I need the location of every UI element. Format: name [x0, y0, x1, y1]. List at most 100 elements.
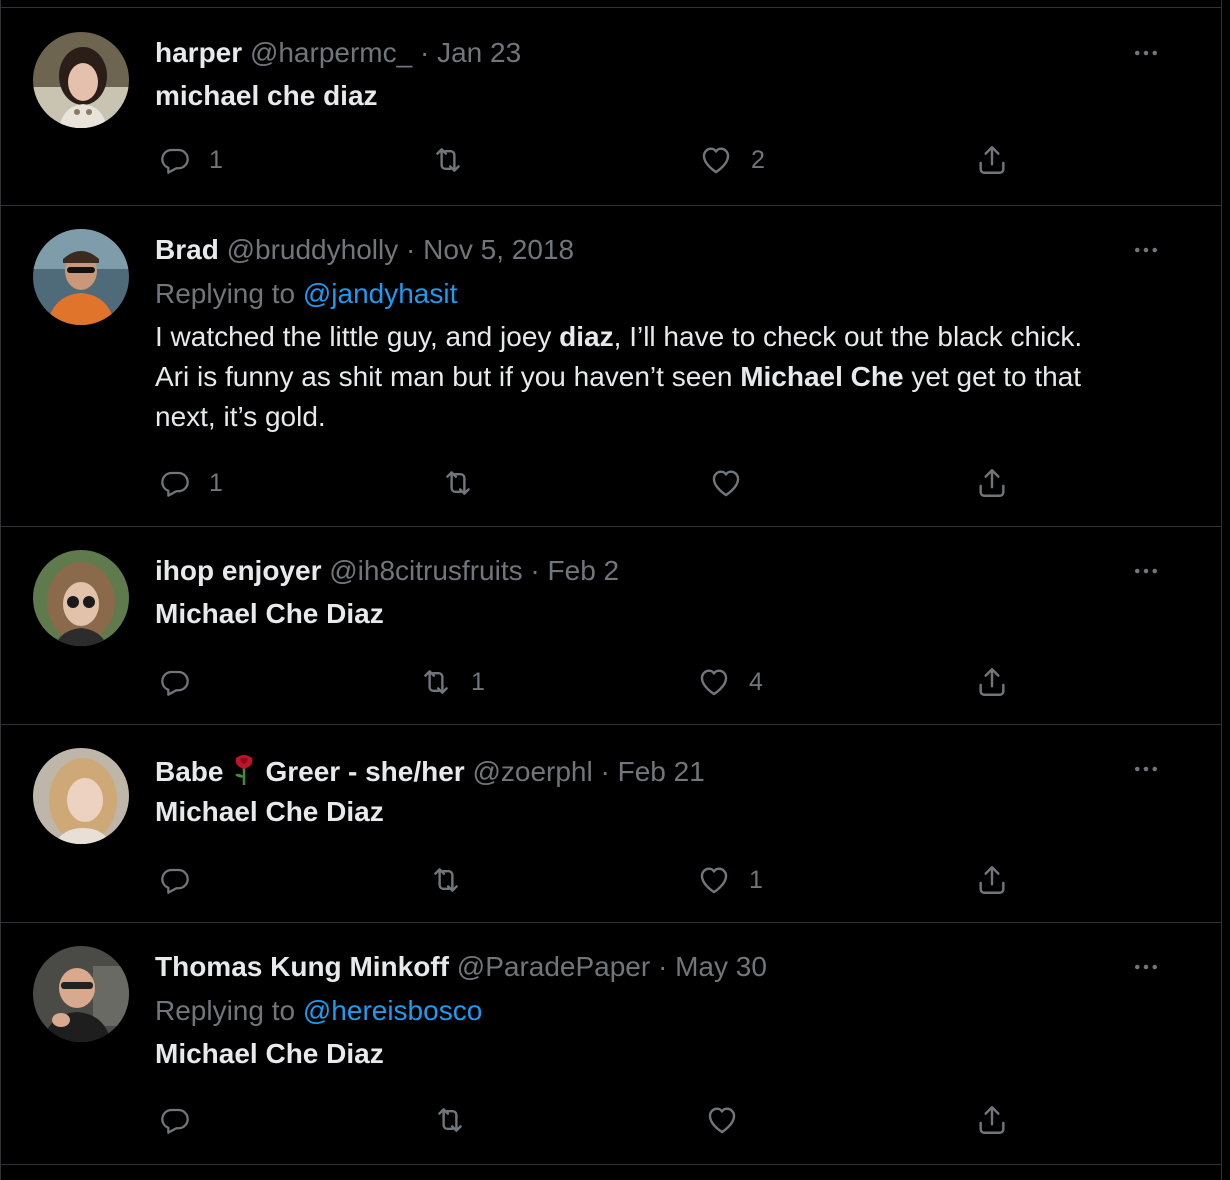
tweet[interactable]: Brad @bruddyholly · Nov 5, 2018 Replying… [1, 205, 1221, 527]
share-button[interactable] [975, 463, 1009, 503]
reply-button[interactable]: 1 [159, 463, 223, 503]
replying-prefix: Replying to [155, 278, 296, 309]
text-run: next, it’s gold. [155, 401, 326, 432]
handle[interactable]: @harpermc_ [250, 37, 412, 68]
avatar-photo [33, 748, 129, 844]
tweet-header: Babe Greer - she/her @zoerphl · Feb 21 [155, 752, 705, 794]
more-icon[interactable] [1131, 754, 1161, 784]
more-icon[interactable] [1131, 952, 1161, 982]
replying-prefix: Replying to [155, 995, 296, 1026]
tweet-text: Michael Che Diaz [155, 594, 384, 634]
timestamp[interactable]: Jan 23 [437, 37, 521, 68]
tweet-feed: harper @harpermc_ · Jan 23 michael che d… [0, 0, 1222, 1180]
timestamp[interactable]: Feb 2 [548, 555, 620, 586]
like-count: 4 [749, 667, 763, 696]
display-name[interactable]: Brad [155, 234, 219, 265]
avatar[interactable] [33, 32, 129, 128]
like-button[interactable] [709, 463, 761, 503]
reply-icon [159, 144, 191, 176]
reply-icon [159, 467, 191, 499]
tweet-text-line: next, it’s gold. [155, 397, 1082, 437]
reply-count: 1 [209, 468, 223, 497]
avatar[interactable] [33, 550, 129, 646]
timestamp[interactable]: May 30 [675, 951, 767, 982]
retweet-icon [433, 1103, 467, 1137]
like-count: 2 [751, 145, 765, 174]
text-run: , I’ll have to check out the black chick… [613, 321, 1083, 352]
retweet-button[interactable] [433, 1100, 485, 1140]
avatar-photo [33, 550, 129, 646]
retweet-button[interactable]: 1 [419, 662, 485, 702]
more-icon[interactable] [1131, 556, 1161, 586]
like-button[interactable] [705, 1100, 757, 1140]
more-icon[interactable] [1131, 38, 1161, 68]
tweet[interactable]: harper @harpermc_ · Jan 23 michael che d… [1, 8, 1221, 206]
like-icon [705, 1103, 739, 1137]
timestamp[interactable]: Feb 21 [618, 756, 705, 787]
tweet[interactable]: Babe Greer - she/her @zoerphl · Feb 21 Mi… [1, 724, 1221, 923]
retweet-button[interactable] [431, 140, 483, 180]
tweet-header: ihop enjoyer @ih8citrusfruits · Feb 2 [155, 554, 619, 588]
avatar-photo [33, 229, 129, 325]
like-icon [697, 863, 731, 897]
reply-button[interactable]: 1 [159, 140, 223, 180]
reply-button[interactable] [159, 860, 209, 900]
share-icon [975, 466, 1009, 500]
tweet-text-line: Ari is funny as shit man but if you have… [155, 357, 1082, 397]
share-button[interactable] [975, 662, 1009, 702]
tweet-text-bold: Michael Che Diaz [155, 598, 384, 629]
retweet-button[interactable] [429, 860, 481, 900]
tweet-text: I watched the little guy, and joey diaz,… [155, 317, 1082, 437]
tweet-header: Brad @bruddyholly · Nov 5, 2018 [155, 233, 574, 267]
avatar[interactable] [33, 946, 129, 1042]
reply-button[interactable] [159, 1100, 209, 1140]
display-name[interactable]: Thomas Kung Minkoff [155, 951, 449, 982]
tweet[interactable]: Thomas Kung Minkoff @ParadePaper · May 3… [1, 922, 1221, 1165]
display-name[interactable]: harper [155, 37, 242, 68]
like-icon [697, 665, 731, 699]
retweet-icon [419, 665, 453, 699]
separator: · [405, 234, 416, 265]
more-icon[interactable] [1131, 235, 1161, 265]
display-name[interactable]: ihop enjoyer [155, 555, 321, 586]
handle[interactable]: @zoerphl [472, 756, 592, 787]
like-button[interactable]: 1 [697, 860, 763, 900]
replying-to: Replying to @jandyhasit [155, 277, 457, 311]
replying-to-link[interactable]: @jandyhasit [303, 278, 458, 309]
text-run: I watched the little guy, and joey [155, 321, 560, 352]
text-run: yet get to that [903, 361, 1082, 392]
tweet-text: Michael Che Diaz [155, 792, 384, 832]
share-icon [975, 665, 1009, 699]
retweet-count: 1 [471, 667, 485, 696]
share-button[interactable] [975, 860, 1009, 900]
separator: · [657, 951, 668, 982]
share-button[interactable] [975, 140, 1009, 180]
avatar[interactable] [33, 748, 129, 844]
replying-to-link[interactable]: @hereisbosco [303, 995, 482, 1026]
share-button[interactable] [975, 1100, 1009, 1140]
text-run-bold: Michael Che [740, 361, 904, 392]
avatar-photo [33, 946, 129, 1042]
reply-button[interactable] [159, 662, 209, 702]
share-icon [975, 1103, 1009, 1137]
avatar[interactable] [33, 229, 129, 325]
timestamp[interactable]: Nov 5, 2018 [423, 234, 574, 265]
like-icon [699, 143, 733, 177]
retweet-button[interactable] [441, 463, 493, 503]
display-name-part[interactable]: Babe [155, 756, 223, 787]
like-count: 1 [749, 865, 763, 894]
retweet-icon [429, 863, 463, 897]
handle[interactable]: @ParadePaper [457, 951, 650, 982]
display-name-part[interactable]: Greer - she/her [265, 756, 464, 787]
like-button[interactable]: 4 [697, 662, 763, 702]
tweet[interactable]: ihop enjoyer @ih8citrusfruits · Feb 2 Mi… [1, 526, 1221, 725]
separator: · [530, 555, 540, 586]
like-button[interactable]: 2 [699, 140, 765, 180]
text-run-bold: diaz [559, 321, 614, 352]
tweet-text: michael che diaz [155, 76, 378, 116]
handle[interactable]: @bruddyholly [227, 234, 399, 265]
share-icon [975, 143, 1009, 177]
reply-icon [159, 864, 191, 896]
reply-icon [159, 666, 191, 698]
handle[interactable]: @ih8citrusfruits [329, 555, 522, 586]
